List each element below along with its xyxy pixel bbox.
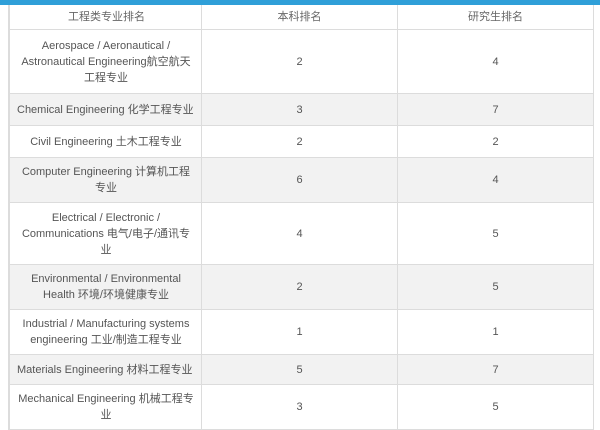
major-name-cell: Chemical Engineering 化学工程专业 bbox=[9, 93, 202, 126]
major-name-cell: Mechanical Engineering 机械工程专业 bbox=[9, 384, 202, 430]
undergrad-rank-cell: 2 bbox=[201, 125, 398, 158]
grad-rank-cell: 7 bbox=[397, 354, 594, 385]
table-row: Aerospace / Aeronautical / Astronautical… bbox=[9, 29, 594, 94]
undergrad-rank-cell: 3 bbox=[201, 384, 398, 430]
grad-rank-cell: 1 bbox=[397, 309, 594, 355]
undergrad-rank-cell: 2 bbox=[201, 264, 398, 310]
major-name-cell: Industrial / Manufacturing systems engin… bbox=[9, 309, 202, 355]
major-name-cell: Materials Engineering 材料工程专业 bbox=[9, 354, 202, 385]
grad-rank-cell: 4 bbox=[397, 29, 594, 94]
column-header-grad-rank: 研究生排名 bbox=[397, 5, 594, 30]
grad-rank-cell: 7 bbox=[397, 93, 594, 126]
major-name-cell: Civil Engineering 土木工程专业 bbox=[9, 125, 202, 158]
table-row: Mechanical Engineering 机械工程专业 3 5 bbox=[9, 384, 594, 430]
table-row: Civil Engineering 土木工程专业 2 2 bbox=[9, 125, 594, 158]
column-header-undergrad-rank: 本科排名 bbox=[201, 5, 398, 30]
table-row: Industrial / Manufacturing systems engin… bbox=[9, 309, 594, 355]
table-row: Chemical Engineering 化学工程专业 3 7 bbox=[9, 93, 594, 126]
undergrad-rank-cell: 4 bbox=[201, 202, 398, 265]
ranking-table-container: 工程类专业排名 本科排名 研究生排名 Aerospace / Aeronauti… bbox=[8, 5, 594, 430]
table-row: Materials Engineering 材料工程专业 5 7 bbox=[9, 354, 594, 385]
grad-rank-cell: 4 bbox=[397, 157, 594, 203]
ranking-table: 工程类专业排名 本科排名 研究生排名 Aerospace / Aeronauti… bbox=[9, 5, 594, 430]
undergrad-rank-cell: 1 bbox=[201, 309, 398, 355]
table-row: Computer Engineering 计算机工程专业 6 4 bbox=[9, 157, 594, 203]
grad-rank-cell: 2 bbox=[397, 125, 594, 158]
undergrad-rank-cell: 2 bbox=[201, 29, 398, 94]
table-header-row: 工程类专业排名 本科排名 研究生排名 bbox=[9, 5, 594, 30]
grad-rank-cell: 5 bbox=[397, 384, 594, 430]
table-row: Electrical / Electronic / Communications… bbox=[9, 202, 594, 265]
undergrad-rank-cell: 3 bbox=[201, 93, 398, 126]
column-header-major: 工程类专业排名 bbox=[9, 5, 202, 30]
table-row: Environmental / Environmental Health 环境/… bbox=[9, 264, 594, 310]
major-name-cell: Environmental / Environmental Health 环境/… bbox=[9, 264, 202, 310]
major-name-cell: Aerospace / Aeronautical / Astronautical… bbox=[9, 29, 202, 94]
major-name-cell: Electrical / Electronic / Communications… bbox=[9, 202, 202, 265]
grad-rank-cell: 5 bbox=[397, 264, 594, 310]
major-name-cell: Computer Engineering 计算机工程专业 bbox=[9, 157, 202, 203]
undergrad-rank-cell: 6 bbox=[201, 157, 398, 203]
undergrad-rank-cell: 5 bbox=[201, 354, 398, 385]
grad-rank-cell: 5 bbox=[397, 202, 594, 265]
